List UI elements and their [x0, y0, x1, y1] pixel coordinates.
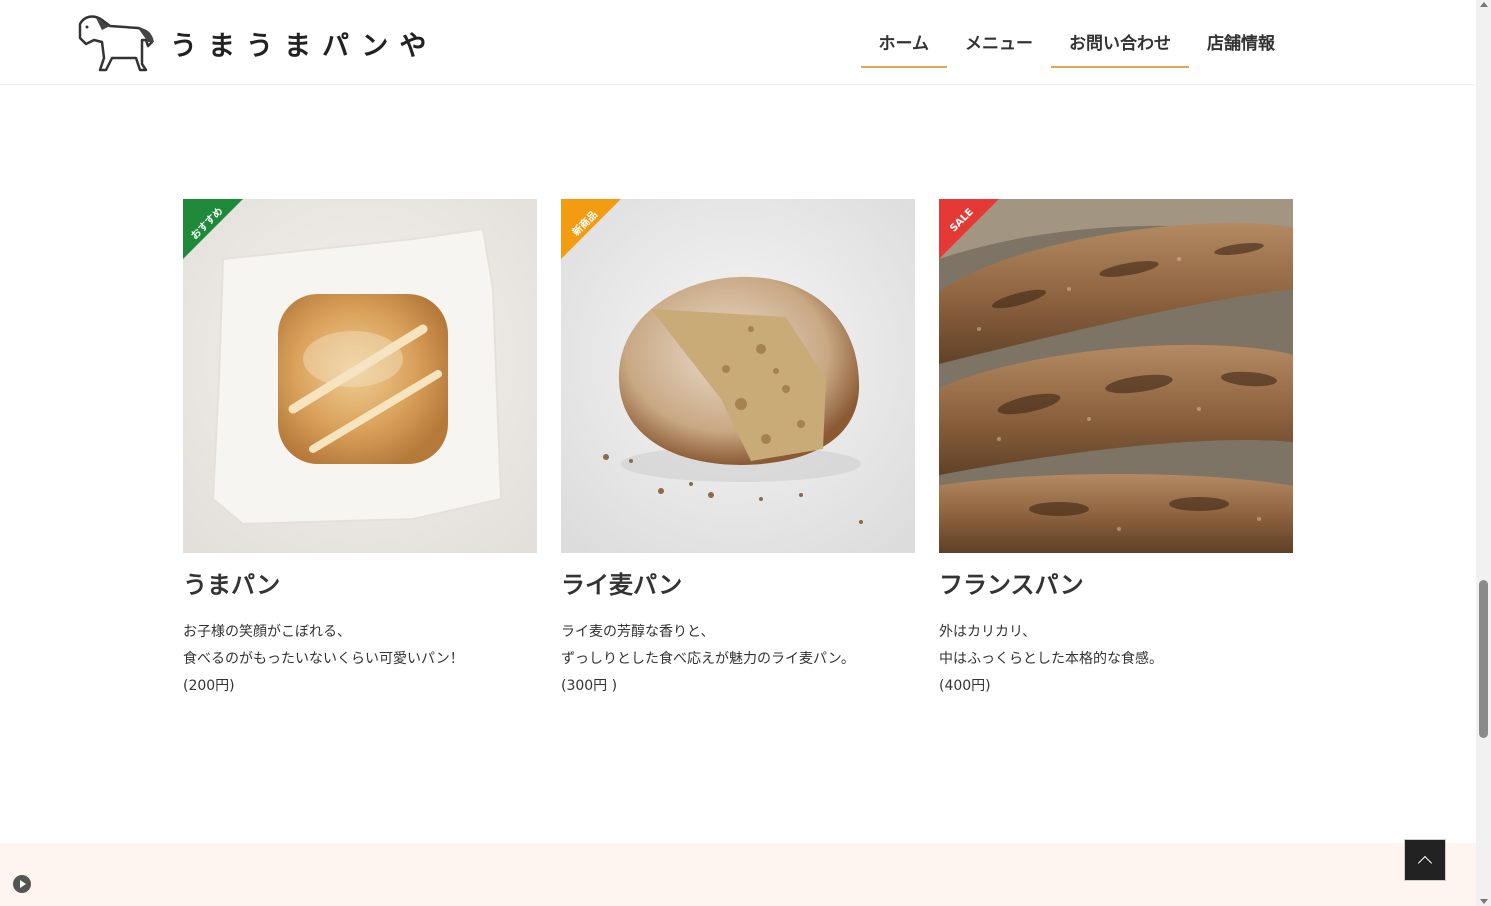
- play-icon[interactable]: [13, 875, 31, 893]
- product-card-french-bread: SALE フランスパン 外はカリカリ、 中はふっくらとした本格的な食感。 (40…: [939, 199, 1293, 700]
- product-description: ライ麦の芳醇な香りと、 ずっしりとした食べ応えが魅力のライ麦パン。 (300円 …: [561, 619, 915, 700]
- scrollbar-thumb[interactable]: [1479, 580, 1488, 738]
- site-header: うまうまパンや ホーム メニュー お問い合わせ 店舗情報: [0, 0, 1476, 85]
- main-nav: ホーム メニュー お問い合わせ 店舗情報: [860, 16, 1294, 68]
- product-card-uma-pan: おすすめ うまパン お子様の笑顔がこぼれる、 食べるのがもったいないくらい可愛い…: [183, 199, 537, 700]
- vertical-scrollbar[interactable]: [1476, 0, 1491, 906]
- description-line: 中はふっくらとした本格的な食感。: [939, 651, 1163, 667]
- nav-home[interactable]: ホーム: [860, 16, 947, 68]
- nav-contact[interactable]: お問い合わせ: [1051, 16, 1189, 68]
- description-line: お子様の笑顔がこぼれる、: [183, 624, 351, 640]
- product-price: (400円): [939, 678, 991, 694]
- nav-store-info[interactable]: 店舗情報: [1189, 16, 1293, 68]
- product-price: (200円): [183, 678, 235, 694]
- description-line: ずっしりとした食べ応えが魅力のライ麦パン。: [561, 651, 855, 667]
- nav-menu[interactable]: メニュー: [947, 16, 1051, 68]
- horse-icon: [78, 15, 154, 72]
- site-logo[interactable]: うまうまパンや: [76, 12, 437, 74]
- product-name: ライ麦パン: [561, 571, 683, 599]
- product-image-french-bread: SALE: [939, 199, 1293, 553]
- product-description: 外はカリカリ、 中はふっくらとした本格的な食感。 (400円): [939, 619, 1293, 700]
- product-price: (300円 ): [561, 678, 618, 694]
- product-card-rye-bread: 新商品 ライ麦パン ライ麦の芳醇な香りと、 ずっしりとした食べ応えが魅力のライ麦…: [561, 199, 915, 700]
- description-line: 外はカリカリ、: [939, 624, 1037, 640]
- product-name: フランスパン: [939, 571, 1084, 599]
- badge-new-item: 新商品: [561, 199, 621, 259]
- footer-section: [0, 843, 1476, 906]
- description-line: 食べるのがもったいないくらい可愛いパン！: [183, 651, 464, 667]
- description-line: ライ麦の芳醇な香りと、: [561, 624, 715, 640]
- product-image-uma-pan: おすすめ: [183, 199, 537, 553]
- page-top-button[interactable]: [1404, 839, 1446, 881]
- logo-text: うまうまパンや: [170, 30, 438, 62]
- product-description: お子様の笑顔がこぼれる、 食べるのがもったいないくらい可愛いパン！ (200円): [183, 619, 537, 700]
- scroll-up-arrow-icon[interactable]: [1480, 2, 1488, 7]
- product-name: うまパン: [183, 571, 281, 599]
- scroll-down-arrow-icon[interactable]: [1480, 899, 1488, 904]
- product-image-rye-bread: 新商品: [561, 199, 915, 553]
- badge-recommended: おすすめ: [183, 199, 243, 259]
- badge-sale: SALE: [939, 199, 999, 259]
- chevron-up-icon: [1417, 855, 1433, 871]
